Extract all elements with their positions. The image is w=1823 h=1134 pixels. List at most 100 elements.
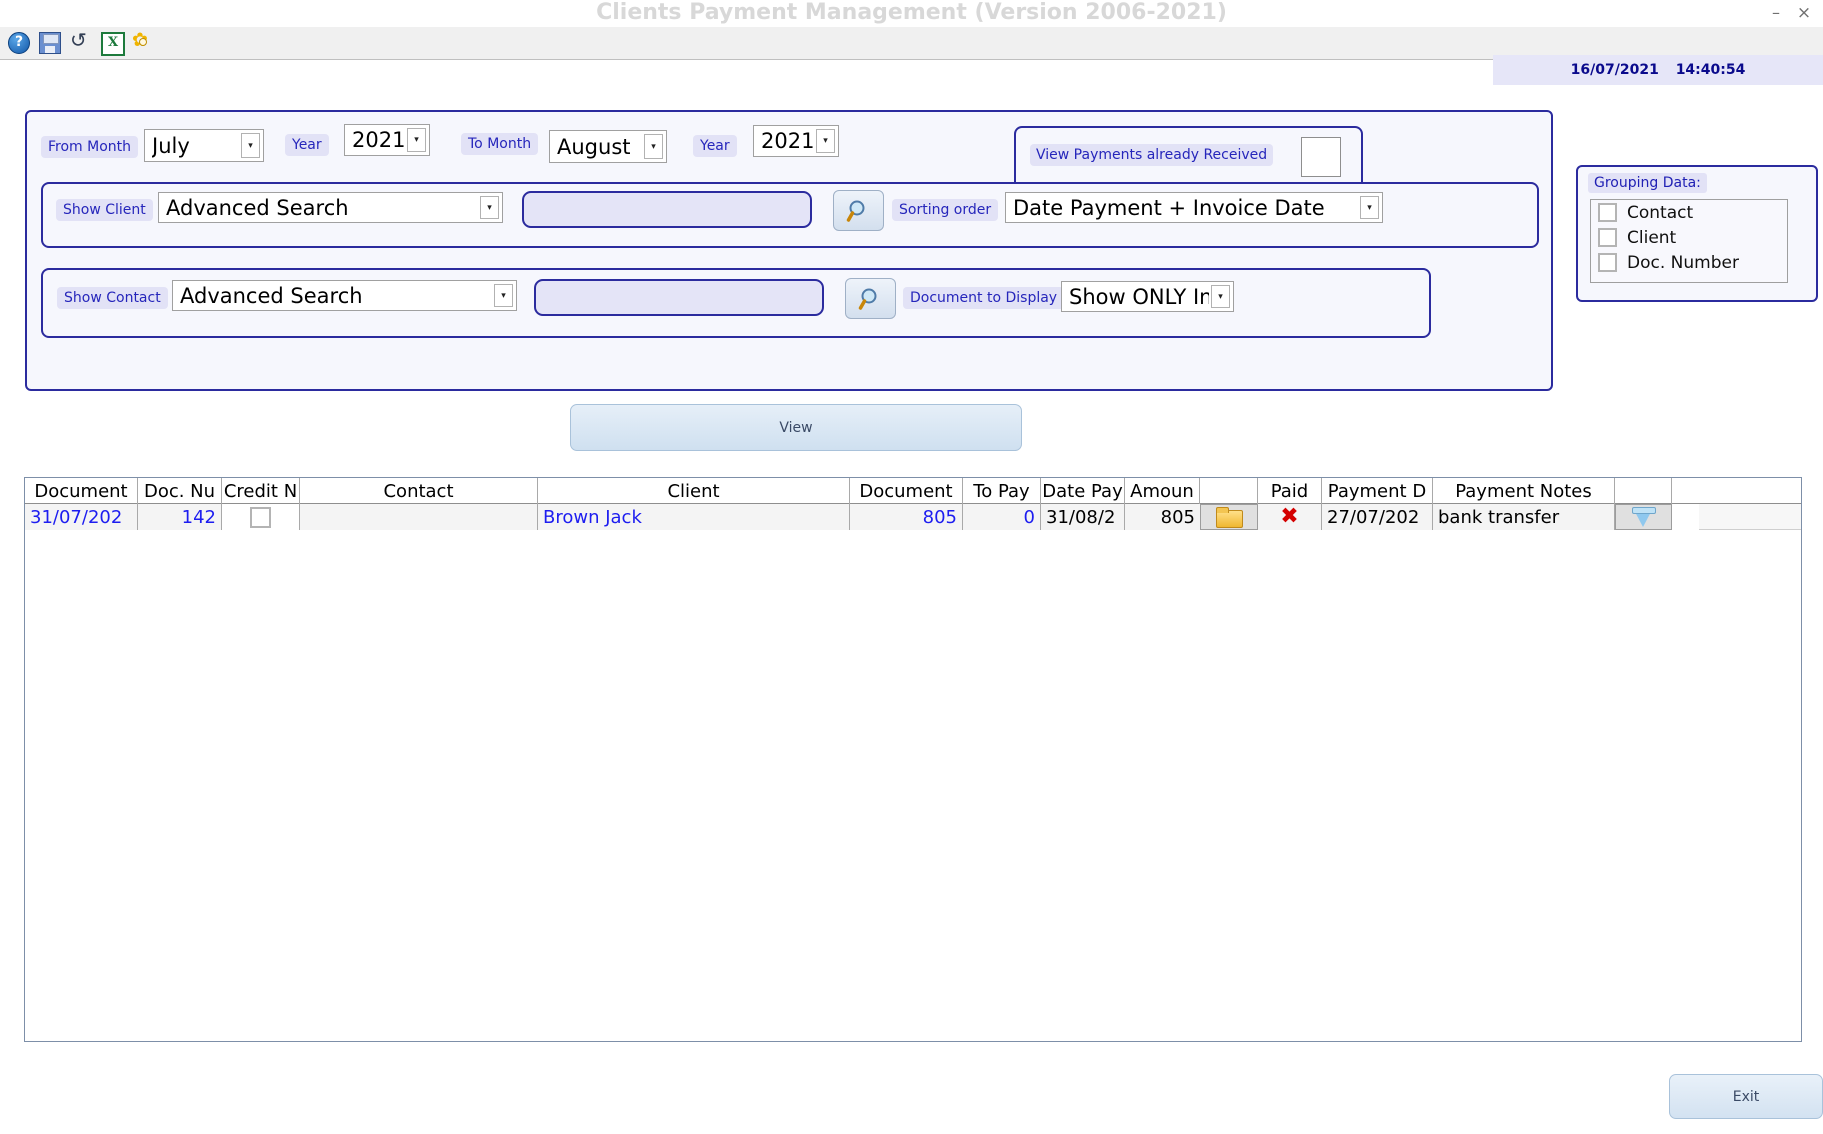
grouping-checkbox-doc-number[interactable] <box>1598 253 1617 272</box>
contact-search-input[interactable] <box>534 279 824 316</box>
col-header-delete[interactable] <box>1615 478 1672 504</box>
cell-paid[interactable]: ✖ <box>1258 504 1322 530</box>
cell-credit-note[interactable] <box>222 504 300 530</box>
grouping-checkbox-client[interactable] <box>1598 228 1617 247</box>
cell-document-amount[interactable]: 805 <box>850 504 963 530</box>
undo-icon[interactable] <box>70 28 92 54</box>
document-to-display-select[interactable]: Show ONLY Invoic ▾ <box>1061 281 1234 312</box>
grouping-item-doc-number[interactable]: Doc. Number <box>1591 250 1787 275</box>
col-header-payment-date[interactable]: Payment D <box>1322 478 1433 504</box>
grouping-item-client[interactable]: Client <box>1591 225 1787 250</box>
trash-icon <box>1631 506 1657 528</box>
excel-export-icon[interactable]: X <box>101 32 125 56</box>
col-header-credit-note[interactable]: Credit N <box>222 478 300 504</box>
help-icon-glyph: ? <box>8 32 30 54</box>
sorting-order-label: Sorting order <box>892 199 999 221</box>
col-header-document-date[interactable]: Document <box>25 478 138 504</box>
toolbar: ? X 16/07/2021 14:40:54 <box>0 27 1823 85</box>
document-to-display-value: Show ONLY Invoic <box>1069 284 1209 309</box>
cell-payment-date[interactable]: 27/07/202 <box>1322 504 1433 530</box>
cell-client[interactable]: Brown Jack <box>538 504 850 530</box>
floppy-disk-shape <box>39 32 61 54</box>
col-header-amount[interactable]: Amoun <box>1125 478 1200 504</box>
cell-date-pay[interactable]: 31/08/2 <box>1041 504 1125 530</box>
to-year-select[interactable]: 2021 ▾ <box>753 125 839 157</box>
cell-contact[interactable] <box>300 504 538 530</box>
col-header-doc-number[interactable]: Doc. Nu <box>138 478 222 504</box>
from-month-select[interactable]: July ▾ <box>144 129 264 162</box>
chevron-down-icon[interactable]: ▾ <box>644 134 663 159</box>
contact-search-button[interactable] <box>845 278 896 319</box>
red-x-icon: ✖ <box>1280 504 1299 529</box>
cell-amount[interactable]: 805 <box>1125 504 1200 530</box>
minimize-button[interactable]: – <box>1765 2 1787 24</box>
col-header-spacer <box>1672 478 1699 504</box>
gear-shape <box>132 29 152 52</box>
exit-button[interactable]: Exit <box>1669 1074 1823 1119</box>
undo-arrow-shape <box>70 28 90 52</box>
delete-row-button[interactable] <box>1615 504 1672 530</box>
col-header-document-amount[interactable]: Document <box>850 478 963 504</box>
from-year-select[interactable]: 2021 ▾ <box>344 124 430 156</box>
col-header-to-pay[interactable]: To Pay <box>963 478 1041 504</box>
grouping-checkbox-contact[interactable] <box>1598 203 1617 222</box>
credit-note-checkbox[interactable] <box>250 506 271 528</box>
col-header-paid[interactable]: Paid <box>1258 478 1322 504</box>
cell-payment-notes[interactable]: bank transfer <box>1433 504 1615 530</box>
sorting-order-value: Date Payment + Invoice Date <box>1013 195 1325 220</box>
chevron-down-icon[interactable]: ▾ <box>1360 196 1379 219</box>
close-button[interactable]: × <box>1793 2 1815 24</box>
status-datetime: 16/07/2021 14:40:54 <box>1493 55 1823 85</box>
col-header-client[interactable]: Client <box>538 478 850 504</box>
chevron-down-icon[interactable]: ▾ <box>816 129 835 153</box>
cell-spacer <box>1672 504 1699 530</box>
grouping-data-panel: Grouping Data: Contact Client Doc. Numbe… <box>1576 165 1818 302</box>
client-search-button[interactable] <box>833 190 884 231</box>
table-row[interactable]: 31/07/202 142 Brown Jack 805 0 31/08/2 8… <box>25 504 1801 530</box>
col-header-date-pay[interactable]: Date Pay <box>1041 478 1125 504</box>
open-document-button[interactable] <box>1200 504 1258 530</box>
folder-icon <box>1216 507 1243 528</box>
payments-table: Document Doc. Nu Credit N Contact Client… <box>24 477 1802 1042</box>
grouping-data-title: Grouping Data: <box>1588 173 1707 193</box>
view-payments-received-checkbox[interactable] <box>1301 137 1341 177</box>
client-search-input[interactable] <box>522 191 812 228</box>
help-icon[interactable]: ? <box>8 32 30 54</box>
search-icon <box>846 200 864 222</box>
view-button[interactable]: View <box>570 404 1022 451</box>
status-time: 14:40:54 <box>1675 62 1746 78</box>
chevron-down-icon[interactable]: ▾ <box>480 196 499 219</box>
show-contact-select[interactable]: Advanced Search ▾ <box>172 280 517 311</box>
show-client-label: Show Client <box>56 199 153 221</box>
chevron-down-icon[interactable]: ▾ <box>1211 285 1230 308</box>
gear-icon[interactable] <box>132 29 154 54</box>
table-header-row: Document Doc. Nu Credit N Contact Client… <box>25 478 1801 504</box>
chevron-down-icon[interactable]: ▾ <box>494 284 513 307</box>
show-contact-label: Show Contact <box>57 287 168 309</box>
grouping-label-client: Client <box>1627 227 1677 248</box>
cell-doc-number[interactable]: 142 <box>138 504 222 530</box>
filters-panel: From Month July ▾ Year 2021 ▾ To Month A… <box>25 110 1553 391</box>
sorting-order-select[interactable]: Date Payment + Invoice Date ▾ <box>1005 192 1383 223</box>
view-payments-received-panel: View Payments already Received <box>1014 126 1363 190</box>
from-month-value: July <box>152 133 190 158</box>
col-header-payment-notes[interactable]: Payment Notes <box>1433 478 1615 504</box>
show-client-select[interactable]: Advanced Search ▾ <box>158 192 503 223</box>
grouping-item-contact[interactable]: Contact <box>1591 200 1787 225</box>
chevron-down-icon[interactable]: ▾ <box>407 128 426 152</box>
cell-document-date[interactable]: 31/07/202 <box>25 504 138 530</box>
search-icon <box>858 288 876 310</box>
contact-filter-panel: Show Contact Advanced Search ▾ Document … <box>41 268 1431 338</box>
col-header-open-doc[interactable] <box>1200 478 1258 504</box>
client-filter-panel: Show Client Advanced Search ▾ Sorting or… <box>41 182 1539 248</box>
col-header-contact[interactable]: Contact <box>300 478 538 504</box>
cell-to-pay[interactable]: 0 <box>963 504 1041 530</box>
to-month-select[interactable]: August ▾ <box>549 130 667 163</box>
grouping-label-contact: Contact <box>1627 202 1694 223</box>
save-icon[interactable] <box>39 32 61 54</box>
chevron-down-icon[interactable]: ▾ <box>241 133 260 158</box>
grouping-label-doc-number: Doc. Number <box>1627 252 1739 273</box>
grouping-data-list: Contact Client Doc. Number <box>1590 199 1788 283</box>
from-year-label: Year <box>285 134 329 156</box>
to-month-value: August <box>557 134 631 159</box>
